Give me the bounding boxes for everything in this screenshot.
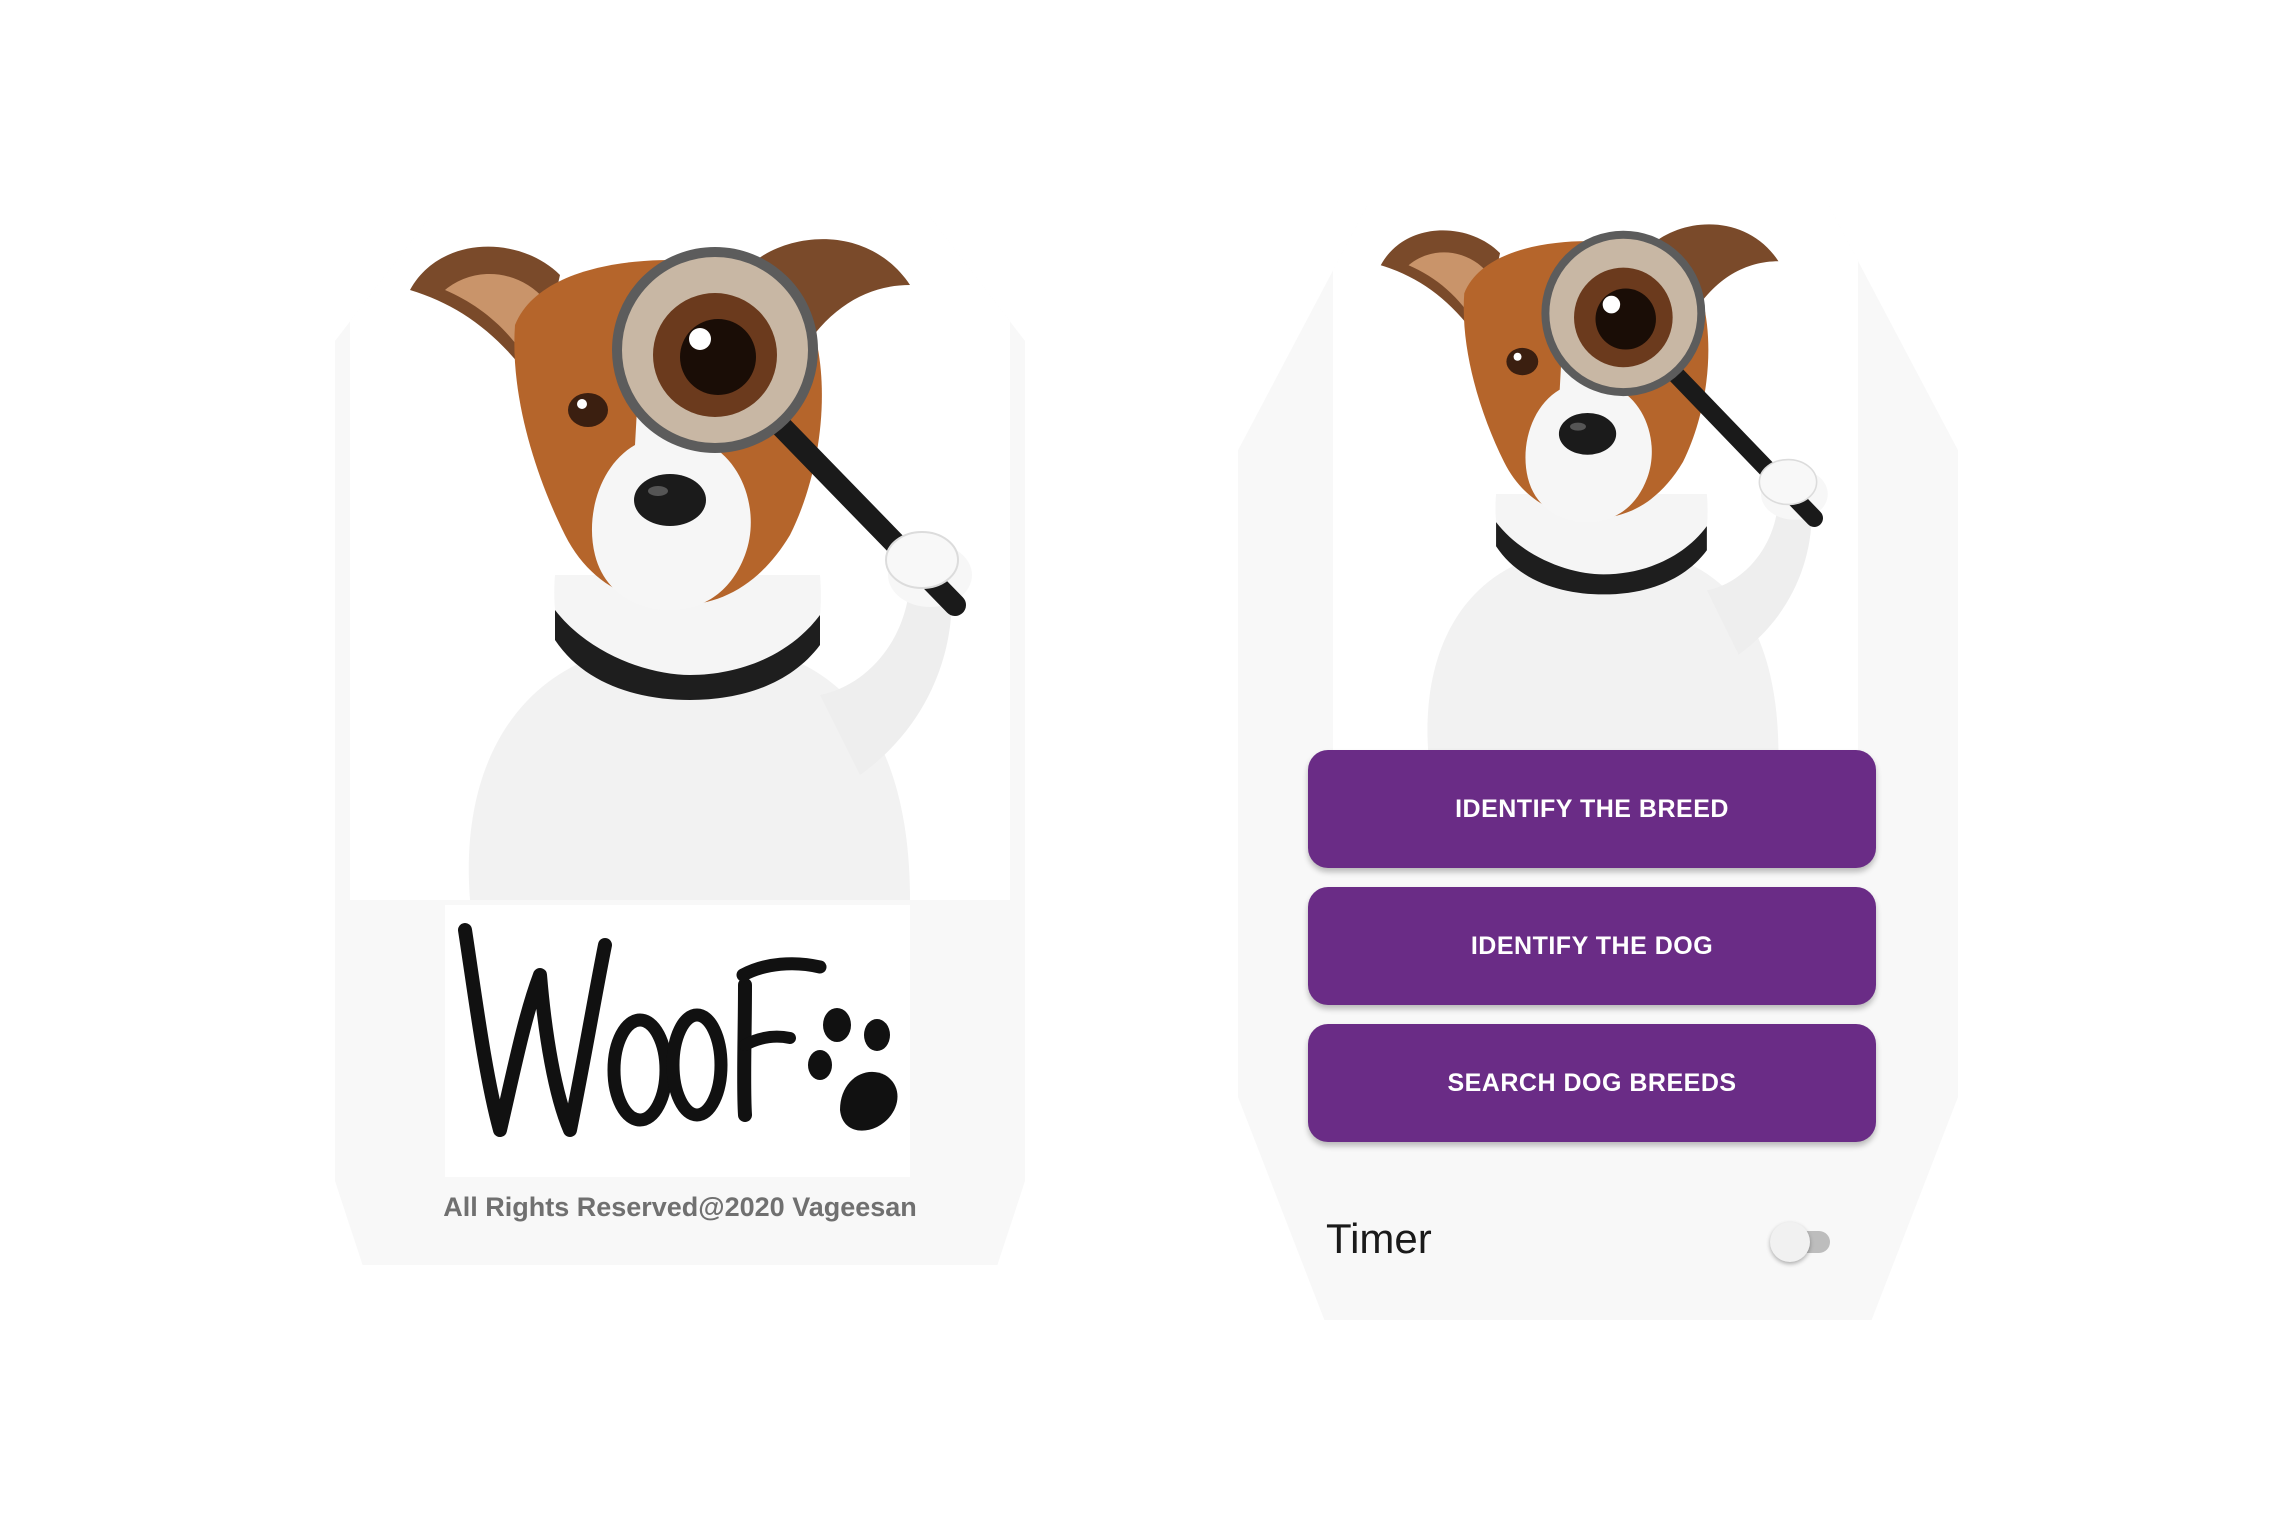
timer-toggle[interactable] [1770,1222,1832,1262]
timer-toggle-thumb [1770,1222,1810,1262]
home-screen: IDENTIFY THE BREED IDENTIFY THE DOG SEAR… [1238,205,1958,1320]
dog-detective-image [350,215,1010,900]
timer-label: Timer [1326,1215,1432,1262]
splash-screen: All Rights Reserved@2020 Vageesan [335,215,1025,1265]
identify-breed-button[interactable]: IDENTIFY THE BREED [1308,750,1876,868]
copyright-text: All Rights Reserved@2020 Vageesan [443,1192,917,1222]
identify-dog-button[interactable]: IDENTIFY THE DOG [1308,887,1876,1005]
stage: All Rights Reserved@2020 Vageesan IDENTI… [0,0,2289,1526]
woof-logo [445,905,910,1177]
search-dog-breeds-button[interactable]: SEARCH DOG BREEDS [1308,1024,1876,1142]
dog-detective-image [1333,205,1858,755]
